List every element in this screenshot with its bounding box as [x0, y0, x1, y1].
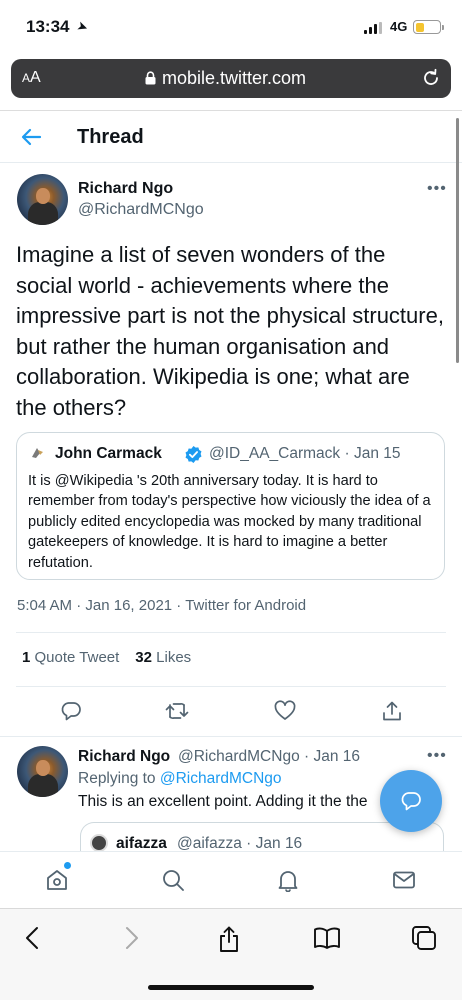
- verified-badge-icon: [185, 445, 202, 464]
- author-name[interactable]: Richard Ngo: [78, 180, 173, 198]
- home-icon[interactable]: [45, 868, 69, 892]
- tweet-source: Twitter for Android: [185, 597, 307, 614]
- like-heart-icon[interactable]: [274, 700, 296, 722]
- messages-envelope-icon[interactable]: [392, 868, 416, 892]
- divider: [0, 736, 462, 737]
- network-type: 4G: [390, 19, 408, 34]
- url-text: mobile.twitter.com: [162, 68, 307, 88]
- scrollbar[interactable]: [456, 118, 459, 363]
- browser-back-icon[interactable]: [22, 925, 44, 951]
- tabs-icon[interactable]: [411, 925, 438, 952]
- reply-more-options-icon[interactable]: •••: [427, 747, 447, 765]
- location-arrow-icon: ➤: [74, 17, 91, 36]
- quoted-text: It is @Wikipedia 's 20th anniversary tod…: [28, 473, 431, 571]
- avatar[interactable]: [17, 174, 68, 225]
- bookmarks-icon[interactable]: [313, 925, 341, 951]
- likes-link[interactable]: 32 Likes: [135, 649, 191, 666]
- replying-to: Replying to @RichardMCNgo: [78, 770, 282, 787]
- more-options-icon[interactable]: •••: [427, 180, 447, 198]
- quoted-tweet[interactable]: John Carmack @ID_AA_Carmack · Jan 15 It …: [16, 432, 445, 580]
- engagement-stats: 1 Quote Tweet 32 Likes: [22, 649, 191, 666]
- author-handle[interactable]: @RichardMCNgo: [78, 201, 204, 219]
- compose-tweet-button[interactable]: [380, 770, 442, 832]
- quoted-avatar: [28, 444, 46, 462]
- clock: 13:34: [26, 17, 70, 36]
- page-title: Thread: [77, 126, 144, 148]
- signal-strength-icon: [364, 22, 382, 34]
- lock-icon: [145, 71, 156, 85]
- quoted-avatar: [90, 834, 108, 852]
- notification-dot: [64, 862, 71, 869]
- text-size-button[interactable]: AAAA: [22, 69, 41, 87]
- reply-icon[interactable]: [60, 700, 82, 722]
- browser-forward-icon[interactable]: [120, 925, 142, 951]
- mention-link[interactable]: @RichardMCNgo: [160, 770, 282, 787]
- compose-reply-icon: [401, 792, 421, 811]
- reload-icon[interactable]: [421, 68, 441, 88]
- divider: [16, 632, 446, 633]
- reply-author-name[interactable]: Richard Ngo: [78, 748, 170, 766]
- notifications-bell-icon[interactable]: [276, 868, 300, 892]
- reply-avatar[interactable]: [17, 746, 68, 797]
- search-icon[interactable]: [161, 868, 185, 892]
- quoted-author-name: John Carmack: [55, 445, 162, 462]
- back-arrow-icon[interactable]: [20, 127, 42, 147]
- quoted-meta: @ID_AA_Carmack · Jan 15: [209, 445, 401, 462]
- share-icon[interactable]: [381, 700, 403, 722]
- reply-meta: @RichardMCNgo · Jan 16: [178, 748, 361, 765]
- status-bar: 13:34 ➤ 4G: [0, 0, 462, 56]
- thread-header: Thread: [0, 110, 462, 163]
- battery-icon: [413, 20, 444, 34]
- browser-share-icon[interactable]: [216, 925, 242, 953]
- divider: [16, 686, 446, 687]
- tweet-timestamp: 5:04 AM · Jan 16, 2021 · Twitter for And…: [17, 597, 307, 614]
- bottom-navigation: [0, 851, 462, 908]
- retweet-icon[interactable]: [165, 700, 189, 722]
- home-indicator: [148, 985, 314, 990]
- reply-text: This is an excellent point. Adding it th…: [78, 793, 368, 810]
- tweet-text: Imagine a list of seven wonders of the s…: [16, 242, 444, 420]
- quote-tweets-link[interactable]: 1 Quote Tweet: [22, 649, 119, 666]
- address-bar[interactable]: AAAA mobile.twitter.com: [11, 59, 451, 98]
- tweet-actions: [0, 700, 462, 722]
